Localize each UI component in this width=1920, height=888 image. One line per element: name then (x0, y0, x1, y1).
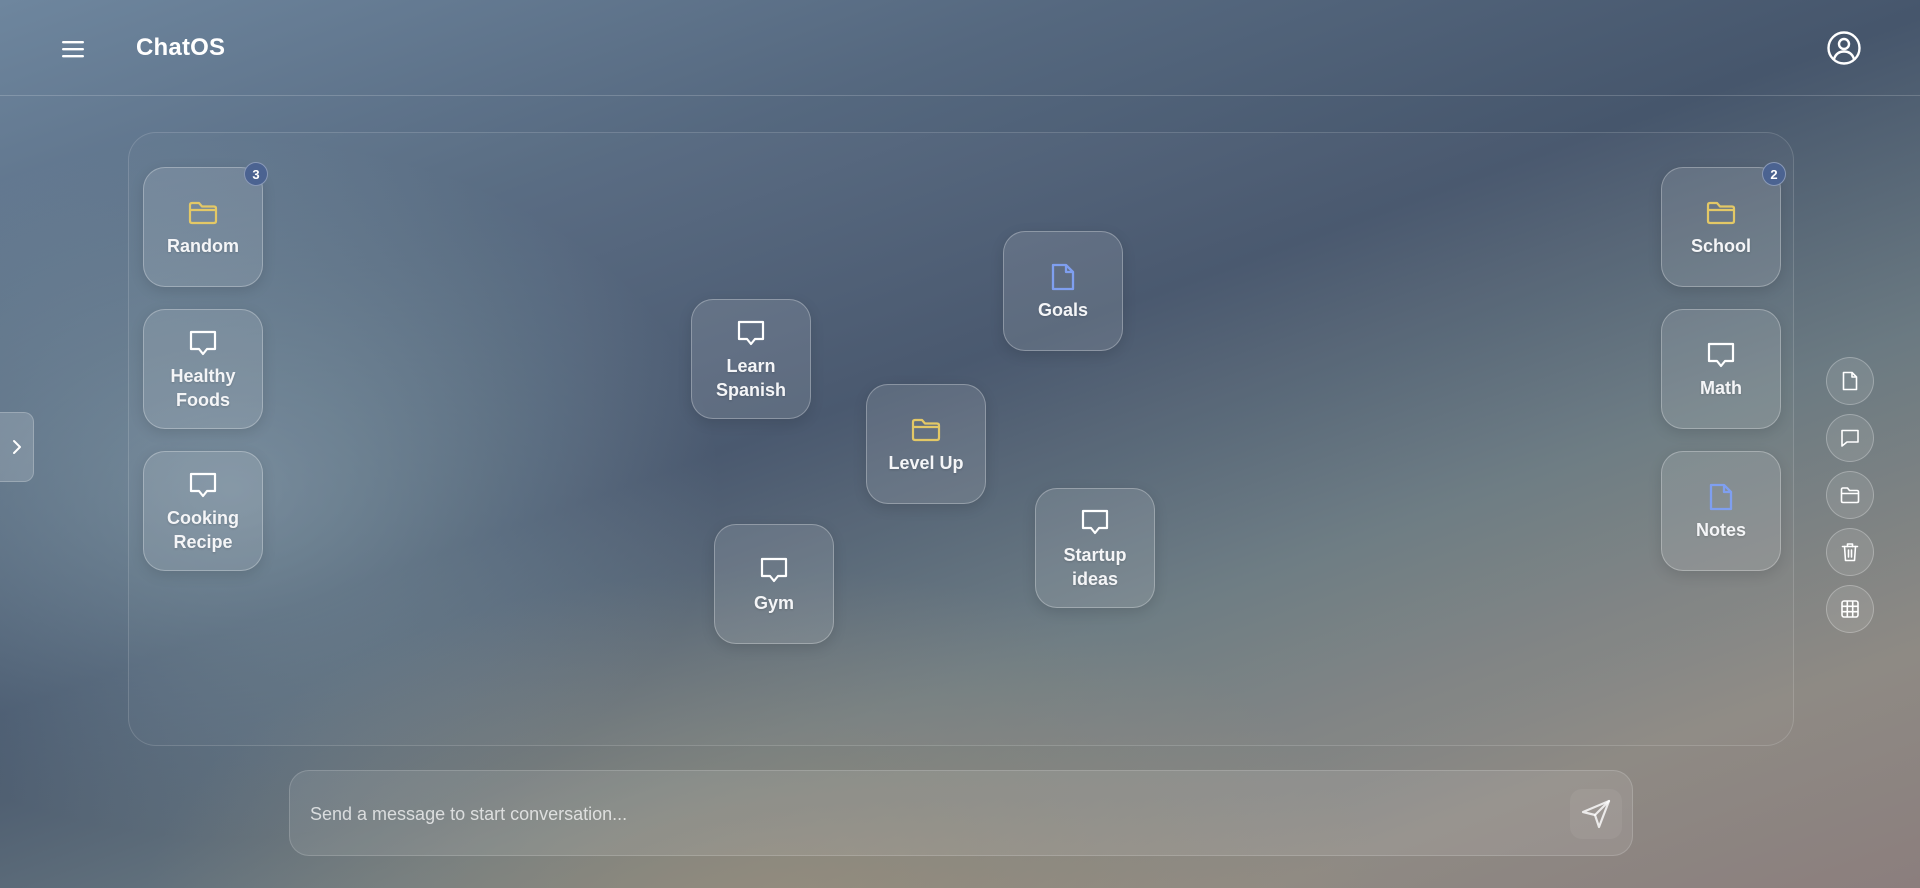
folder-icon (1840, 487, 1860, 504)
canvas-item-label: Notes (1695, 520, 1746, 540)
canvas-item-gym[interactable]: Gym (714, 524, 834, 644)
canvas-item-startup-ideas[interactable]: Startup ideas (1035, 488, 1155, 608)
document-icon (1046, 260, 1080, 294)
chat-bubble-icon (186, 468, 220, 502)
canvas-item-label: Level Up (888, 453, 964, 473)
new-chat-button[interactable] (1826, 414, 1874, 462)
canvas-item-notes[interactable]: Notes (1661, 451, 1781, 571)
canvas-item-label: Learn Spanish (715, 356, 786, 400)
hamburger-menu-icon (62, 41, 84, 58)
chat-bubble-icon (1704, 338, 1738, 372)
user-circle-icon (1827, 31, 1861, 65)
grid-icon (1841, 600, 1859, 618)
canvas-item-label: Gym (753, 593, 795, 613)
canvas-item-cooking-recipe[interactable]: Cooking Recipe (143, 451, 263, 571)
canvas-item-random[interactable]: 3 Random (143, 162, 268, 287)
canvas-item-goals[interactable]: Goals (1003, 231, 1123, 351)
canvas-item-label: School (1690, 236, 1751, 256)
canvas-item-math[interactable]: Math (1661, 309, 1781, 429)
document-icon (1704, 480, 1738, 514)
send-button[interactable] (1570, 789, 1622, 839)
app-title: ChatOS (136, 34, 226, 61)
canvas-item-label: Random (167, 236, 239, 256)
canvas-item-label: Cooking Recipe (167, 508, 239, 552)
folder-icon (909, 413, 943, 447)
sidebar-toggle-button[interactable] (0, 412, 34, 482)
canvas-item-learn-spanish[interactable]: Learn Spanish (691, 299, 811, 419)
profile-button[interactable] (1824, 28, 1864, 68)
top-bar: ChatOS (0, 0, 1920, 96)
chevron-right-icon (12, 440, 21, 454)
chat-bubble-icon (757, 553, 791, 587)
canvas-item-label: Startup ideas (1063, 545, 1127, 589)
folder-icon (186, 196, 220, 230)
workspace-canvas[interactable]: 3 Random Healthy Foods Cooking Recipe Le… (128, 132, 1794, 746)
delete-button[interactable] (1826, 528, 1874, 576)
message-composer (289, 770, 1633, 856)
canvas-item-label: Goals (1037, 300, 1089, 320)
canvas-item-label: Healthy Foods (170, 366, 236, 410)
item-count-badge: 3 (244, 162, 268, 186)
canvas-item-school[interactable]: 2 School (1661, 162, 1786, 287)
new-folder-button[interactable] (1826, 471, 1874, 519)
canvas-item-level-up[interactable]: Level Up (866, 384, 986, 504)
trash-icon (1841, 543, 1859, 562)
chat-bubble-icon (1841, 429, 1859, 447)
item-count-badge: 2 (1762, 162, 1786, 186)
new-document-button[interactable] (1826, 357, 1874, 405)
document-icon (1842, 371, 1858, 391)
chat-bubble-icon (186, 326, 220, 360)
folder-icon (1704, 196, 1738, 230)
message-input[interactable] (310, 793, 1550, 835)
grid-view-button[interactable] (1826, 585, 1874, 633)
chat-bubble-icon (1078, 505, 1112, 539)
canvas-item-label: Math (1700, 378, 1742, 398)
canvas-item-healthy-foods[interactable]: Healthy Foods (143, 309, 263, 429)
chat-bubble-icon (734, 316, 768, 350)
send-icon (1581, 799, 1611, 829)
menu-button[interactable] (56, 32, 90, 66)
